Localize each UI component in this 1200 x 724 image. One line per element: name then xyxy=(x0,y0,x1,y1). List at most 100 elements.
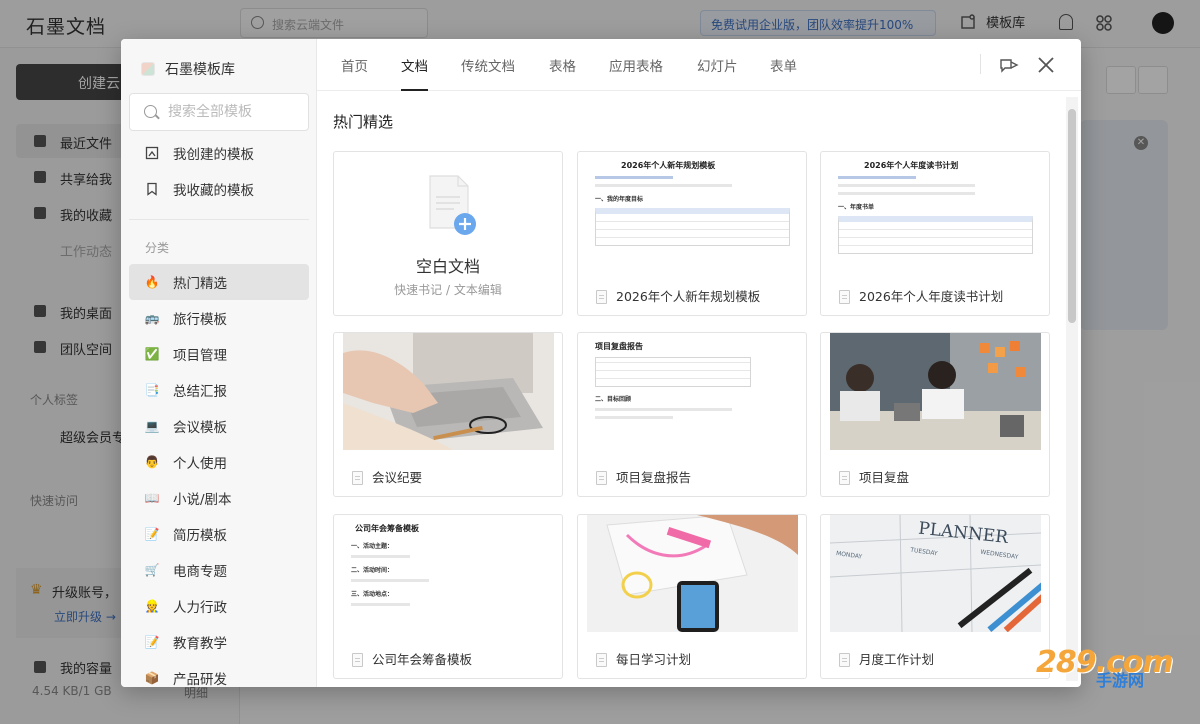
template-card[interactable]: 2026年个人新年规划模板 一、我的年度目标 2026年个人新年规划模板 xyxy=(577,151,807,316)
sidebar-item-label: 电商专题 xyxy=(173,564,227,580)
sidebar-item-label: 热门精选 xyxy=(173,276,227,292)
tab-sheet[interactable]: 表格 xyxy=(549,55,576,91)
sidebar-divider xyxy=(129,219,309,220)
sidebar-item-travel[interactable]: 🚌 旅行模板 xyxy=(129,300,309,336)
sidebar-item-label: 产品研发 xyxy=(173,672,227,687)
template-name: 会议纪要 xyxy=(372,470,423,485)
thumb-title: 项目复盘报告 xyxy=(595,342,643,351)
doc-icon xyxy=(839,471,850,485)
template-library-dialog: 石墨模板库 我创建的模板 我收藏的模板 分类 🔥 热门精选 🚌 旅行模板 ✅ 项… xyxy=(121,39,1081,687)
close-icon[interactable] xyxy=(1034,53,1058,77)
template-thumbnail: 公司年会筹备模板 一、活动主题： 二、活动时间： 三、活动地点： xyxy=(343,515,554,632)
sidebar-item-my-created[interactable]: 我创建的模板 xyxy=(129,135,309,171)
sidebar-item-meeting[interactable]: 💻 会议模板 xyxy=(129,408,309,444)
sidebar-item-hr[interactable]: 👷 人力行政 xyxy=(129,588,309,624)
template-thumbnail: 2026年个人新年规划模板 一、我的年度目标 xyxy=(587,152,798,269)
dialog-tabs: 首页 文档 传统文档 表格 应用表格 幻灯片 表单 xyxy=(317,39,1081,91)
checkbox-icon: ✅ xyxy=(144,347,160,361)
thumb-heading: 二、目标回顾 xyxy=(595,396,632,403)
blank-doc-subtitle: 快速书记 / 文本编辑 xyxy=(394,283,502,297)
sidebar-item-product[interactable]: 📦 产品研发 xyxy=(129,660,309,687)
thumb-title: 2026年个人年度读书计划 xyxy=(864,161,959,170)
tab-doc[interactable]: 文档 xyxy=(401,55,428,91)
sidebar-item-education[interactable]: 📝 教育教学 xyxy=(129,624,309,660)
doc-icon xyxy=(352,471,363,485)
template-card[interactable]: 2026年个人年度读书计划 一、年度书单 2026年个人年度读书计划 xyxy=(820,151,1050,316)
thumb-line: 一、活动主题： xyxy=(351,543,394,550)
template-card[interactable]: PLANNER MONDAY TUESDAY WEDNESDAY 月度工作计划 xyxy=(820,514,1050,679)
doc-icon xyxy=(352,653,363,667)
sidebar-item-my-favorites[interactable]: 我收藏的模板 xyxy=(129,171,309,207)
template-name: 项目复盘 xyxy=(859,470,910,485)
tab-slides[interactable]: 幻灯片 xyxy=(697,55,738,91)
sidebar-item-project[interactable]: ✅ 项目管理 xyxy=(129,336,309,372)
sidebar-item-label: 我创建的模板 xyxy=(173,147,254,163)
dialog-brand-title: 石墨模板库 xyxy=(165,62,235,78)
template-name: 月度工作计划 xyxy=(859,652,935,667)
cart-icon: 🛒 xyxy=(144,563,160,577)
laptop-icon: 💻 xyxy=(144,419,160,433)
template-name: 2026年个人年度读书计划 xyxy=(859,289,1004,304)
tab-classic-doc[interactable]: 传统文档 xyxy=(461,55,515,91)
laptop-photo xyxy=(343,333,554,450)
thumb-heading: 一、我的年度目标 xyxy=(595,196,644,203)
office-photo xyxy=(830,333,1041,450)
template-search[interactable] xyxy=(129,93,309,131)
study-photo xyxy=(587,515,798,632)
template-name: 每日学习计划 xyxy=(616,652,692,667)
blank-doc-card[interactable]: 空白文档 快速书记 / 文本编辑 xyxy=(333,151,563,316)
sidebar-item-hot[interactable]: 🔥 热门精选 xyxy=(129,264,309,300)
worker-icon: 👷 xyxy=(144,599,160,613)
thumb-line: 三、活动地点： xyxy=(351,591,394,598)
content-scrollbar[interactable] xyxy=(1066,97,1078,681)
template-name: 2026年个人新年规划模板 xyxy=(616,289,761,304)
watermark-text: 手游网 xyxy=(1096,671,1145,690)
doc-icon xyxy=(596,653,607,667)
category-title: 分类 xyxy=(145,241,170,255)
template-content: 热门精选 空白文档 快速书记 / 文本编辑 2026年个人新年规划模板 一、我的… xyxy=(317,91,1069,687)
template-thumbnail: 2026年个人年度读书计划 一、年度书单 xyxy=(830,152,1041,269)
sidebar-item-label: 旅行模板 xyxy=(173,312,227,328)
search-icon xyxy=(144,105,157,118)
template-card[interactable]: 公司年会筹备模板 一、活动主题： 二、活动时间： 三、活动地点： 公司年会筹备模… xyxy=(333,514,563,679)
sidebar-item-resume[interactable]: 📝 简历模板 xyxy=(129,516,309,552)
sidebar-item-label: 总结汇报 xyxy=(173,384,227,400)
tab-home[interactable]: 首页 xyxy=(341,55,368,91)
thumb-heading: 一、年度书单 xyxy=(838,204,875,211)
section-title: 热门精选 xyxy=(333,113,394,131)
template-name: 公司年会筹备模板 xyxy=(372,652,473,667)
sidebar-item-novel[interactable]: 📖 小说/剧本 xyxy=(129,480,309,516)
tab-app-sheet[interactable]: 应用表格 xyxy=(609,55,663,91)
doc-icon xyxy=(839,653,850,667)
sidebar-item-label: 人力行政 xyxy=(173,600,227,616)
pencil-icon: 📝 xyxy=(144,635,160,649)
sidebar-item-label: 会议模板 xyxy=(173,420,227,436)
thumb-title: 公司年会筹备模板 xyxy=(355,524,419,533)
created-template-icon xyxy=(145,146,159,160)
tab-form[interactable]: 表单 xyxy=(770,55,797,91)
memo-icon: 📝 xyxy=(144,527,160,541)
scrollbar-thumb[interactable] xyxy=(1068,109,1076,323)
thumb-title: 2026年个人新年规划模板 xyxy=(621,161,716,170)
sidebar-item-report[interactable]: 📑 总结汇报 xyxy=(129,372,309,408)
template-card[interactable]: 每日学习计划 xyxy=(577,514,807,679)
fire-icon: 🔥 xyxy=(144,275,160,289)
sidebar-item-label: 个人使用 xyxy=(173,456,227,472)
template-card[interactable]: 会议纪要 xyxy=(333,332,563,497)
product-icon: 📦 xyxy=(144,671,160,685)
brand-logo-icon xyxy=(141,62,155,76)
thumb-line: 二、活动时间： xyxy=(351,567,394,574)
template-card[interactable]: 项目复盘报告 二、目标回顾 项目复盘报告 xyxy=(577,332,807,497)
blank-doc-title: 空白文档 xyxy=(415,257,480,276)
template-search-input[interactable] xyxy=(168,102,298,122)
template-card[interactable]: 项目复盘 xyxy=(820,332,1050,497)
blank-doc-icon xyxy=(429,175,476,235)
sidebar-item-personal[interactable]: 👨 个人使用 xyxy=(129,444,309,480)
feedback-icon[interactable] xyxy=(997,53,1021,77)
sidebar-item-label: 项目管理 xyxy=(173,348,227,364)
report-icon: 📑 xyxy=(144,383,160,397)
doc-icon xyxy=(839,290,850,304)
sidebar-item-ecommerce[interactable]: 🛒 电商专题 xyxy=(129,552,309,588)
person-icon: 👨 xyxy=(144,455,160,469)
sidebar-item-label: 简历模板 xyxy=(173,528,227,544)
